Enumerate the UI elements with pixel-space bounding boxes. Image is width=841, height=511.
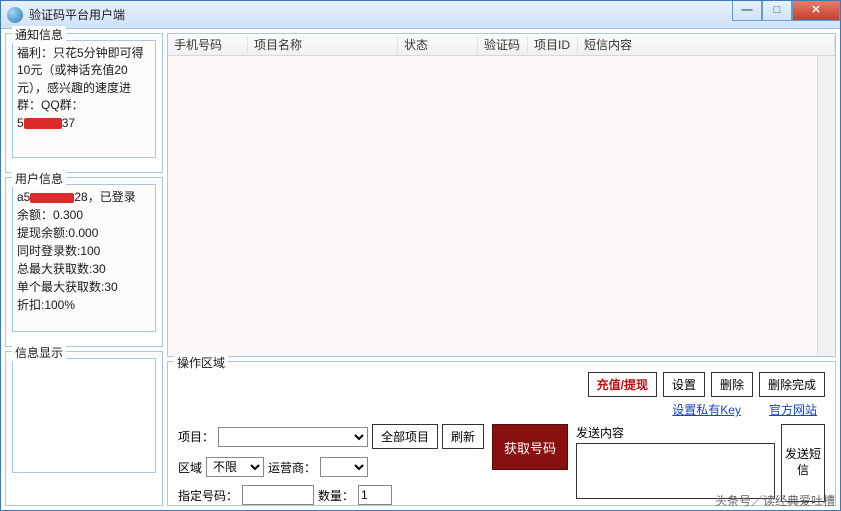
official-site-link[interactable]: 官方网站 — [769, 401, 817, 418]
grid-rows[interactable] — [168, 56, 835, 356]
refresh-button[interactable]: 刷新 — [442, 424, 484, 449]
footer-watermark: 头条号／读经典爱吐槽 — [715, 492, 835, 509]
close-button[interactable] — [792, 1, 840, 21]
col-sms-content[interactable]: 短信内容 — [578, 36, 835, 53]
all-projects-button[interactable]: 全部项目 — [372, 424, 438, 449]
notify-text: 福利：只花5分钟即可得 10元（或神话充值20 元），感兴趣的速度进 群：QQ群… — [12, 40, 156, 158]
col-code[interactable]: 验证码 — [478, 36, 528, 53]
notify-legend: 通知信息 — [12, 26, 66, 43]
right-column: 手机号码 项目名称 状态 验证码 项目ID 短信内容 操作区域 充值/提现 设置… — [167, 33, 836, 506]
operation-legend: 操作区域 — [174, 354, 228, 371]
app-icon — [7, 7, 23, 23]
message-display-area — [12, 358, 156, 473]
number-row: 指定号码： 数量： — [178, 485, 484, 505]
recharge-button[interactable]: 充值/提现 — [588, 372, 657, 397]
delete-done-button[interactable]: 删除完成 — [759, 372, 825, 397]
userinfo-legend: 用户信息 — [12, 170, 66, 187]
system-buttons — [732, 1, 840, 21]
get-number-button[interactable]: 获取号码 — [492, 424, 568, 470]
redacted-bar — [30, 193, 74, 203]
top-button-row: 充值/提现 设置 删除 删除完成 — [174, 372, 829, 397]
app-window: 验证码平台用户端 通知信息 福利：只花5分钟即可得 10元（或神话充值20 元）… — [0, 0, 841, 511]
controls-block: 项目： 全部项目 刷新 区域 不限 运营商： 指定号码： — [178, 424, 484, 505]
grid-header: 手机号码 项目名称 状态 验证码 项目ID 短信内容 — [168, 34, 835, 56]
link-row: 设置私有Key 官方网站 — [174, 401, 829, 418]
data-grid[interactable]: 手机号码 项目名称 状态 验证码 项目ID 短信内容 — [167, 33, 836, 357]
userinfo-text: a528，已登录 余额：0.300 提现余额:0.000 同时登录数:100 总… — [12, 184, 156, 332]
send-sms-button[interactable]: 发送短信 — [781, 424, 825, 502]
qty-input[interactable] — [358, 485, 392, 505]
left-column: 通知信息 福利：只花5分钟即可得 10元（或神话充值20 元），感兴趣的速度进 … — [5, 33, 163, 506]
col-project[interactable]: 项目名称 — [248, 36, 398, 53]
col-status[interactable]: 状态 — [398, 36, 478, 53]
qty-label: 数量： — [318, 487, 354, 504]
notify-group: 通知信息 福利：只花5分钟即可得 10元（或神话充值20 元），感兴趣的速度进 … — [5, 33, 163, 173]
private-key-link[interactable]: 设置私有Key — [672, 401, 741, 418]
delete-button[interactable]: 删除 — [711, 372, 753, 397]
carrier-label: 运营商： — [268, 459, 316, 476]
maximize-button[interactable] — [762, 1, 792, 21]
message-display-legend: 信息显示 — [12, 344, 66, 361]
area-label: 区域 — [178, 459, 202, 476]
redacted-bar — [24, 118, 62, 129]
operation-group: 操作区域 充值/提现 设置 删除 删除完成 设置私有Key 官方网站 项目： — [167, 361, 836, 506]
col-project-id[interactable]: 项目ID — [528, 36, 578, 53]
titlebar[interactable]: 验证码平台用户端 — [1, 1, 840, 29]
settings-button[interactable]: 设置 — [663, 372, 705, 397]
project-select[interactable] — [218, 427, 368, 447]
area-row: 区域 不限 运营商： — [178, 457, 484, 477]
col-phone[interactable]: 手机号码 — [168, 36, 248, 53]
number-input[interactable] — [242, 485, 314, 505]
project-label: 项目： — [178, 428, 214, 445]
send-header: 发送内容 — [576, 424, 775, 441]
carrier-select[interactable] — [320, 457, 368, 477]
window-body: 通知信息 福利：只花5分钟即可得 10元（或神话充值20 元），感兴趣的速度进 … — [1, 29, 840, 510]
send-textarea[interactable] — [576, 443, 775, 499]
send-area: 发送内容 发送短信 — [576, 424, 825, 502]
message-display-group: 信息显示 — [5, 351, 163, 506]
minimize-button[interactable] — [732, 1, 762, 21]
userinfo-group: 用户信息 a528，已登录 余额：0.300 提现余额:0.000 同时登录数:… — [5, 177, 163, 347]
project-row: 项目： 全部项目 刷新 — [178, 424, 484, 449]
area-select[interactable]: 不限 — [206, 457, 264, 477]
window-title: 验证码平台用户端 — [29, 6, 125, 23]
send-textarea-wrap: 发送内容 — [576, 424, 775, 502]
number-label: 指定号码： — [178, 487, 238, 504]
